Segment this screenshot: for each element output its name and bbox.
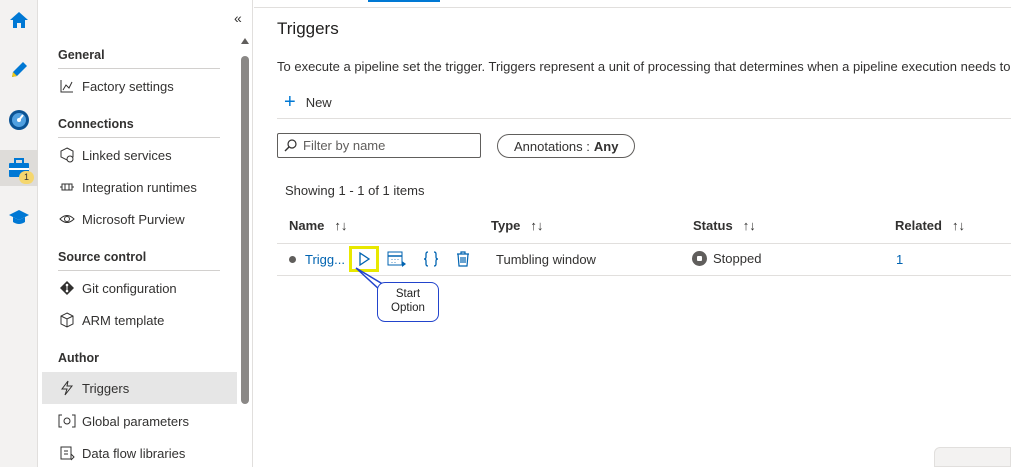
braces-icon [423,251,439,267]
stopped-icon [692,251,707,266]
code-button[interactable] [420,248,442,270]
sort-icon[interactable]: ↑↓ [334,218,347,233]
home-icon[interactable] [0,2,38,38]
column-header-name[interactable]: Name ↑↓ [289,218,347,233]
linked-services-icon [58,146,76,164]
toolbar-divider [277,118,1011,119]
related-link[interactable]: 1 [896,252,903,267]
main-content: Triggers To execute a pipeline set the t… [254,0,1011,467]
items-count: Showing 1 - 1 of 1 items [285,183,425,198]
column-header-related[interactable]: Related ↑↓ [895,218,965,233]
delete-button[interactable] [452,248,474,270]
cube-icon [58,311,76,329]
sort-icon[interactable]: ↑↓ [530,218,543,233]
library-icon [58,444,76,462]
icon-rail: 1 [0,0,38,467]
header-divider [277,243,1011,244]
filter-box[interactable] [277,133,481,158]
nav-item-arm-template[interactable]: ARM template [42,304,237,336]
nav-item-factory-settings[interactable]: Factory settings [42,70,237,102]
start-option-callout: Start Option [377,282,439,322]
section-general: General [58,48,220,69]
collapse-icon[interactable]: « [234,10,242,26]
nav-item-data-flow-libraries[interactable]: Data flow libraries [42,437,237,469]
integration-runtime-icon [58,178,76,196]
learn-icon[interactable] [0,200,38,236]
trigger-type: Tumbling window [496,252,596,267]
sort-icon[interactable]: ↑↓ [743,218,756,233]
pencil-icon[interactable] [0,52,38,88]
corner-panel [934,447,1011,467]
scroll-up-icon[interactable] [241,38,249,44]
top-tab-strip [254,0,1011,8]
lightning-icon [58,379,76,397]
nav-item-triggers[interactable]: Triggers [42,372,237,404]
plus-icon: + [284,91,296,113]
search-icon [284,139,297,152]
monitor-icon[interactable] [0,102,38,138]
manage-badge: 1 [19,171,34,184]
trigger-runs-button[interactable] [386,248,408,270]
section-source-control: Source control [58,250,220,271]
page-description: To execute a pipeline set the trigger. T… [277,59,1011,74]
active-tab-indicator [368,0,440,2]
calendar-run-icon [387,251,406,267]
nav-item-purview[interactable]: Microsoft Purview [42,203,237,235]
trigger-status: Stopped [692,251,761,266]
column-header-type[interactable]: Type ↑↓ [491,218,543,233]
nav-item-linked-services[interactable]: Linked services [42,139,237,171]
toolbox-icon[interactable]: 1 [0,150,38,186]
git-icon [58,279,76,297]
eye-icon [58,210,76,228]
row-status-dot [289,256,296,263]
section-connections: Connections [58,117,220,138]
column-header-status[interactable]: Status ↑↓ [693,218,756,233]
nav-item-global-parameters[interactable]: Global parameters [42,405,237,437]
manage-nav-panel: « General Factory settings Connections L… [38,0,253,467]
play-icon [359,252,371,266]
parameters-icon [58,412,76,430]
scrollbar-thumb[interactable] [241,56,249,404]
new-trigger-button[interactable]: + New [284,91,332,113]
trash-icon [457,251,469,267]
page-title: Triggers [277,19,339,38]
nav-item-integration-runtimes[interactable]: Integration runtimes [42,171,237,203]
chart-icon [58,77,76,95]
section-author: Author [58,351,99,365]
annotations-filter-button[interactable]: Annotations : Any [497,134,636,158]
nav-item-git-configuration[interactable]: Git configuration [42,272,237,304]
filter-input[interactable] [303,138,473,153]
sort-icon[interactable]: ↑↓ [952,218,965,233]
trigger-name-link[interactable]: Trigg... [305,252,345,267]
